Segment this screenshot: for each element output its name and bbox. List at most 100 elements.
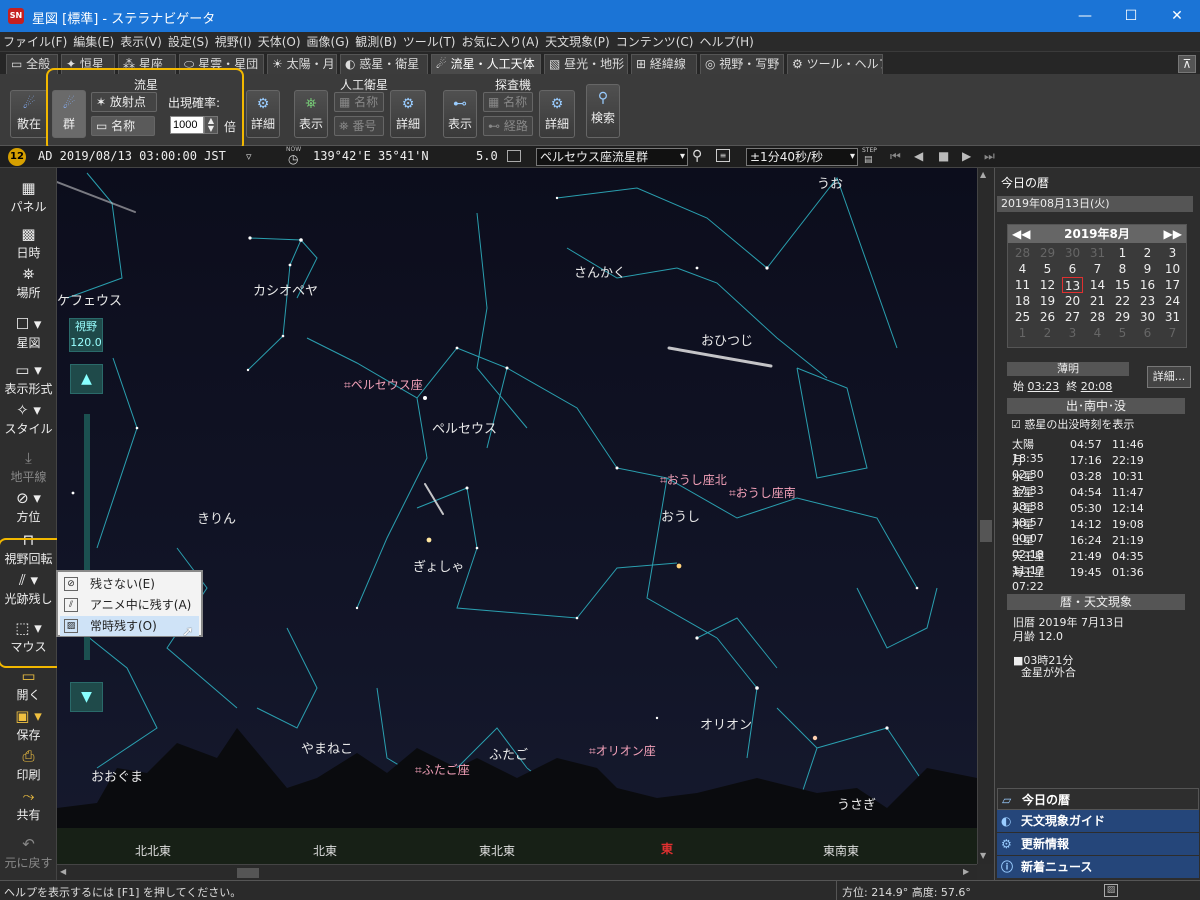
calendar-day[interactable]: 21 bbox=[1087, 293, 1108, 309]
calendar-day[interactable]: 4 bbox=[1087, 325, 1108, 341]
target-select[interactable]: ペルセウス座流星群 ▾ bbox=[536, 148, 688, 166]
calendar-day[interactable]: 25 bbox=[1012, 309, 1033, 325]
horizon-button[interactable]: ⤓ 地平線 bbox=[0, 448, 57, 485]
scroll-down-icon[interactable]: ▼ bbox=[980, 851, 986, 860]
play-icon[interactable]: ▶ bbox=[962, 149, 971, 163]
trail-anim-item[interactable]: ⫽ アニメ中に残す(A) bbox=[60, 595, 199, 615]
tab-gridlines[interactable]: ⊞ 経緯線 bbox=[631, 54, 697, 74]
nav-today[interactable]: ▱ 今日の暦 bbox=[997, 788, 1199, 810]
menu-phenomena[interactable]: 天文現象(P) bbox=[542, 32, 613, 52]
calendar-day[interactable]: 3 bbox=[1062, 325, 1083, 341]
skip-back-icon[interactable]: ⏮ bbox=[890, 149, 901, 164]
menu-fov[interactable]: 視野(I) bbox=[212, 32, 255, 52]
menu-contents[interactable]: コンテンツ(C) bbox=[613, 32, 697, 52]
zoom-in-button[interactable]: ▲ bbox=[70, 364, 103, 394]
calendar-day[interactable]: 13 bbox=[1062, 277, 1083, 293]
calendar-day[interactable]: 14 bbox=[1087, 277, 1108, 293]
prev-year-icon[interactable]: ◀◀ bbox=[1012, 225, 1030, 243]
minimize-button[interactable]: — bbox=[1062, 0, 1108, 32]
scroll-thumb[interactable] bbox=[980, 520, 992, 542]
calendar-day[interactable]: 23 bbox=[1137, 293, 1158, 309]
menu-tools[interactable]: ツール(T) bbox=[400, 32, 459, 52]
open-button[interactable]: ▭ 開く bbox=[0, 666, 57, 703]
tab-field[interactable]: ◎ 視野・写野 bbox=[700, 54, 784, 74]
maximize-button[interactable]: ☐ bbox=[1108, 0, 1154, 32]
skip-forward-icon[interactable]: ⏭ bbox=[984, 149, 995, 164]
tab-tools-help[interactable]: ⚙ ツール・ヘルプ bbox=[787, 54, 883, 74]
hscroll-thumb[interactable] bbox=[237, 868, 259, 878]
calendar-day[interactable]: 4 bbox=[1012, 261, 1033, 277]
list-icon[interactable]: ≡ bbox=[716, 149, 730, 162]
satellite-detail-button[interactable]: ⚙ 詳細 bbox=[390, 90, 426, 138]
display-format-button[interactable]: ▭ ▾ 表示形式 bbox=[0, 360, 57, 397]
calendar-day[interactable]: 2 bbox=[1137, 245, 1158, 261]
calendar-day[interactable]: 16 bbox=[1137, 277, 1158, 293]
nav-news[interactable]: ⓘ 新着ニュース bbox=[997, 856, 1199, 878]
calendar-day[interactable]: 3 bbox=[1162, 245, 1183, 261]
trail-always-item[interactable]: ▨ 常時残す(O) bbox=[60, 616, 199, 636]
calendar-day[interactable]: 30 bbox=[1137, 309, 1158, 325]
calendar-day[interactable]: 24 bbox=[1162, 293, 1183, 309]
calendar-day[interactable]: 8 bbox=[1112, 261, 1133, 277]
next-year-icon[interactable]: ▶▶ bbox=[1164, 225, 1182, 243]
calendar-day[interactable]: 30 bbox=[1062, 245, 1083, 261]
menu-file[interactable]: ファイル(F) bbox=[0, 32, 70, 52]
calendar-day[interactable]: 28 bbox=[1087, 309, 1108, 325]
satellite-name-toggle[interactable]: ▦ 名称 bbox=[334, 92, 384, 112]
calendar-day[interactable]: 28 bbox=[1012, 245, 1033, 261]
datetime-button[interactable]: ▩ 日時 bbox=[0, 224, 57, 261]
menu-object[interactable]: 天体(O) bbox=[255, 32, 304, 52]
step-select[interactable]: ±1分40秒/秒 ▾ bbox=[746, 148, 858, 166]
calendar-day[interactable]: 29 bbox=[1037, 245, 1058, 261]
now-clock-icon[interactable]: ◷ bbox=[288, 152, 298, 166]
share-button[interactable]: ⤳ 共有 bbox=[0, 786, 57, 823]
panel-button[interactable]: ▦ パネル bbox=[0, 178, 57, 215]
riseset-checkbox[interactable]: ☑ 惑星の出没時刻を表示 bbox=[1011, 416, 1134, 432]
stop-icon[interactable]: ■ bbox=[938, 149, 949, 163]
tab-planets[interactable]: ◐ 惑星・衛星 bbox=[340, 54, 428, 74]
calendar-day[interactable]: 10 bbox=[1162, 261, 1183, 277]
direction-button[interactable]: ⊘ ▾ 方位 bbox=[0, 488, 57, 525]
tab-meteor[interactable]: ☄ 流星・人工天体 bbox=[431, 54, 541, 74]
trail-none-item[interactable]: ⊘ 残さない(E) bbox=[60, 574, 199, 594]
close-button[interactable]: ✕ bbox=[1154, 0, 1200, 32]
calendar-day[interactable]: 6 bbox=[1062, 261, 1083, 277]
starmap-button[interactable]: ☐ ▾ 星図 bbox=[0, 314, 57, 351]
keyboard-icon[interactable] bbox=[507, 150, 521, 162]
search-icon[interactable]: ⚲ bbox=[692, 148, 702, 164]
calendar-day[interactable]: 27 bbox=[1062, 309, 1083, 325]
menu-favorites[interactable]: お気に入り(A) bbox=[459, 32, 543, 52]
menu-image[interactable]: 画像(G) bbox=[304, 32, 353, 52]
trail-status-icon[interactable]: ▨ bbox=[1104, 884, 1118, 897]
calendar-day[interactable]: 26 bbox=[1037, 309, 1058, 325]
menu-settings[interactable]: 設定(S) bbox=[165, 32, 212, 52]
calendar-day[interactable]: 11 bbox=[1012, 277, 1033, 293]
calendar-day[interactable]: 6 bbox=[1137, 325, 1158, 341]
magnitude-display[interactable]: 5.0 bbox=[476, 149, 498, 163]
style-button[interactable]: ✧ ▾ スタイル bbox=[0, 400, 57, 437]
print-button[interactable]: ⎙ 印刷 bbox=[0, 746, 57, 783]
meteor-detail-button[interactable]: ⚙ 詳細 bbox=[246, 90, 280, 138]
nav-guide[interactable]: ◐ 天文現象ガイド bbox=[997, 810, 1199, 832]
satellite-show-button[interactable]: ⛯ 表示 bbox=[294, 90, 328, 138]
save-button[interactable]: ▣ ▾ 保存 bbox=[0, 706, 57, 743]
probe-name-toggle[interactable]: ▦ 名称 bbox=[483, 92, 533, 112]
calendar-day[interactable]: 1 bbox=[1012, 325, 1033, 341]
calendar-day[interactable]: 31 bbox=[1087, 245, 1108, 261]
twilight-detail-button[interactable]: 詳細... bbox=[1147, 366, 1191, 388]
calendar-day[interactable]: 22 bbox=[1112, 293, 1133, 309]
probe-path-toggle[interactable]: ⊷ 経路 bbox=[483, 116, 533, 136]
menu-observe[interactable]: 観測(B) bbox=[352, 32, 400, 52]
calendar-day[interactable]: 17 bbox=[1162, 277, 1183, 293]
scroll-left-icon[interactable]: ◀ bbox=[60, 867, 66, 876]
calendar-day[interactable]: 7 bbox=[1087, 261, 1108, 277]
calendar-day[interactable]: 19 bbox=[1037, 293, 1058, 309]
calendar-day[interactable]: 2 bbox=[1037, 325, 1058, 341]
pin-icon[interactable]: ⊼ bbox=[1178, 55, 1196, 73]
vertical-scrollbar[interactable]: ▲ ▼ bbox=[977, 168, 994, 864]
scatter-button[interactable]: ☄ 散在 bbox=[10, 90, 48, 138]
datetime-display[interactable]: AD 2019/08/13 03:00:00 JST bbox=[38, 149, 226, 163]
calendar-day[interactable]: 9 bbox=[1137, 261, 1158, 277]
location-display[interactable]: 139°42'E 35°41'N bbox=[313, 149, 429, 163]
calendar-day[interactable]: 1 bbox=[1112, 245, 1133, 261]
